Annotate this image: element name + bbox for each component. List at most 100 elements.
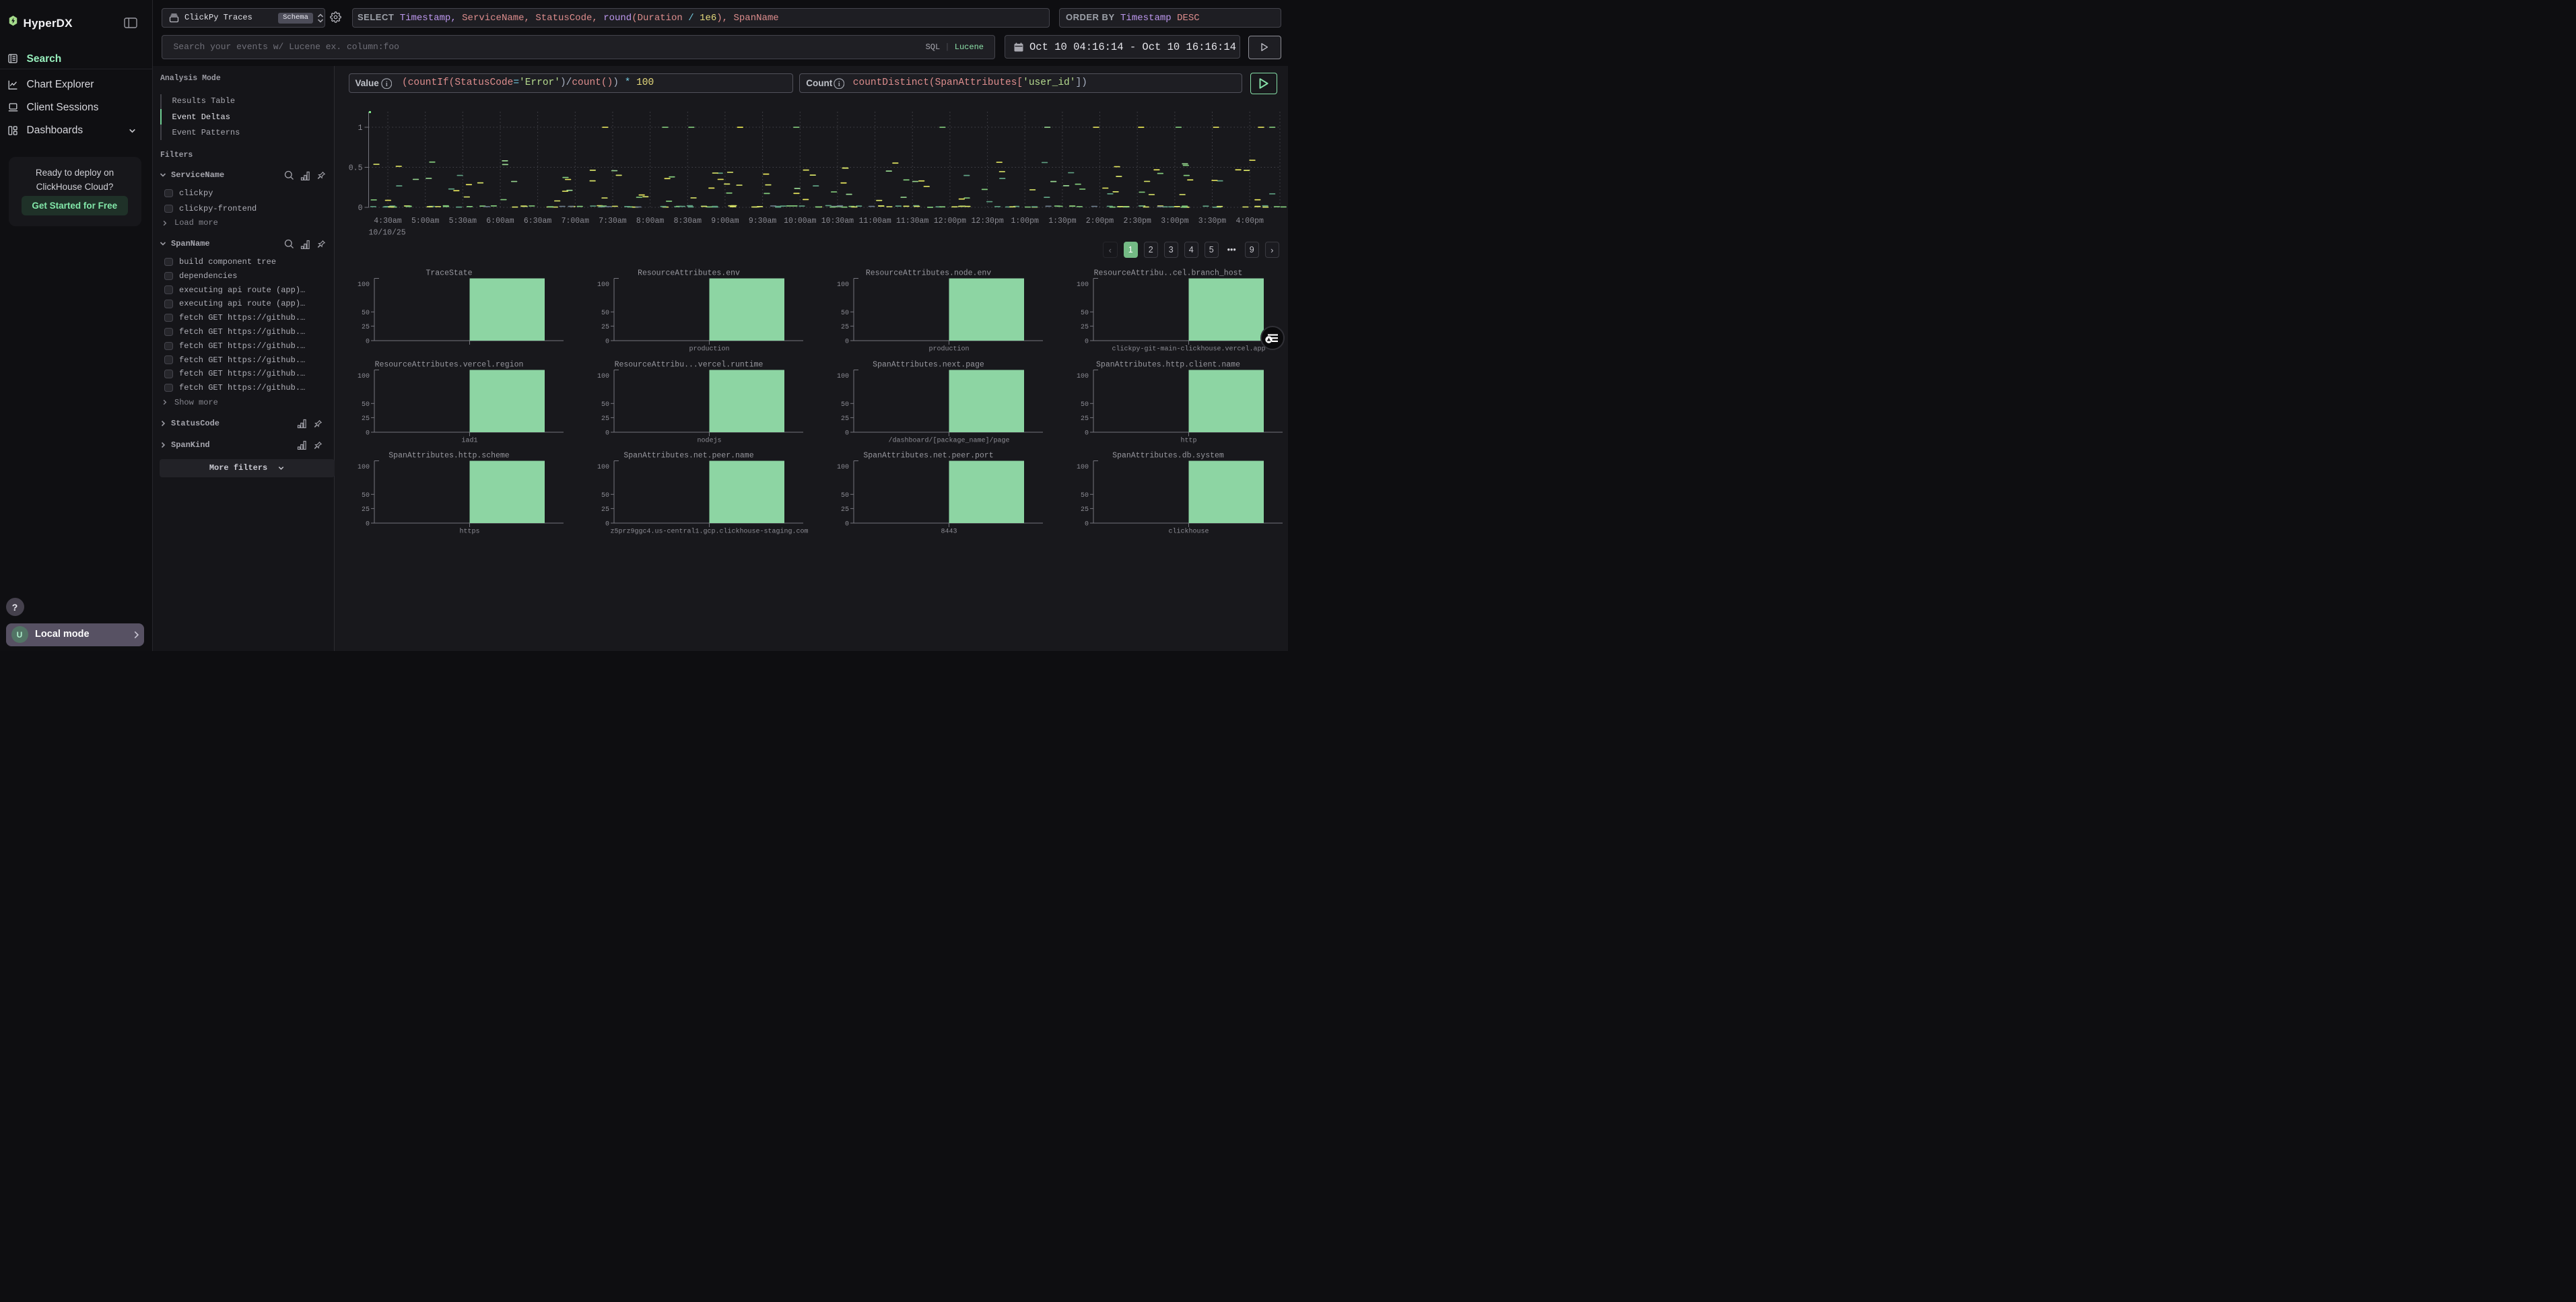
svg-text:9:30am: 9:30am	[748, 217, 776, 226]
svg-text:0: 0	[605, 520, 609, 528]
svg-text:0: 0	[1085, 430, 1089, 438]
svg-text:2:30pm: 2:30pm	[1123, 217, 1151, 226]
svg-text:25: 25	[841, 415, 849, 423]
svg-text:iad1: iad1	[461, 437, 477, 445]
svg-text:ResourceAttribu..cel.branch_ho: ResourceAttribu..cel.branch_host	[1094, 269, 1243, 278]
svg-text:7:30am: 7:30am	[599, 217, 627, 226]
svg-text:10:00am: 10:00am	[784, 217, 816, 226]
svg-text:7:00am: 7:00am	[561, 217, 589, 226]
svg-text:25: 25	[841, 324, 849, 331]
svg-text:SpanAttributes.net.peer.name: SpanAttributes.net.peer.name	[623, 451, 753, 460]
svg-text:0: 0	[1085, 339, 1089, 346]
svg-text:100: 100	[358, 373, 370, 380]
svg-text:/dashboard/[package_name]/page: /dashboard/[package_name]/page	[888, 437, 1009, 445]
svg-text:10/10/25: 10/10/25	[368, 229, 405, 238]
svg-text:5:30am: 5:30am	[448, 217, 477, 226]
svg-text:0: 0	[366, 430, 370, 438]
svg-text:ResourceAttributes.vercel.regi: ResourceAttributes.vercel.region	[375, 361, 524, 370]
svg-text:3:00pm: 3:00pm	[1161, 217, 1189, 226]
svg-text:6:00am: 6:00am	[486, 217, 514, 226]
svg-text:0.5: 0.5	[348, 164, 362, 173]
svg-text:25: 25	[1081, 324, 1089, 331]
svg-text:1:30pm: 1:30pm	[1048, 217, 1077, 226]
svg-text:SpanAttributes.db.system: SpanAttributes.db.system	[1112, 451, 1224, 460]
svg-text:4:30am: 4:30am	[374, 217, 402, 226]
svg-text:3:30pm: 3:30pm	[1198, 217, 1226, 226]
svg-text:25: 25	[601, 324, 609, 331]
svg-text:8:00am: 8:00am	[636, 217, 664, 226]
svg-text:ResourceAttributes.env: ResourceAttributes.env	[638, 269, 740, 278]
svg-text:nodejs: nodejs	[697, 437, 721, 445]
svg-text:production: production	[928, 345, 969, 353]
svg-text:50: 50	[841, 491, 849, 499]
svg-text:50: 50	[362, 401, 370, 409]
svg-text:0: 0	[358, 204, 362, 213]
svg-text:25: 25	[841, 506, 849, 514]
svg-text:100: 100	[1077, 373, 1089, 380]
svg-text:0: 0	[1085, 520, 1089, 528]
svg-text:4:00pm: 4:00pm	[1235, 217, 1264, 226]
svg-text:5:00am: 5:00am	[411, 217, 439, 226]
svg-text:0: 0	[366, 339, 370, 346]
svg-text:1: 1	[358, 124, 362, 133]
svg-text:SpanAttributes.next.page: SpanAttributes.next.page	[873, 361, 984, 370]
svg-text:50: 50	[841, 401, 849, 409]
svg-text:https: https	[459, 527, 479, 535]
svg-text:50: 50	[1081, 401, 1089, 409]
svg-text:11:00am: 11:00am	[858, 217, 891, 226]
svg-text:100: 100	[837, 464, 849, 471]
svg-text:SpanAttributes.net.peer.port: SpanAttributes.net.peer.port	[863, 451, 993, 460]
svg-text:25: 25	[1081, 415, 1089, 423]
svg-text:50: 50	[362, 310, 370, 317]
svg-text:50: 50	[362, 491, 370, 499]
svg-text:100: 100	[1077, 464, 1089, 471]
svg-text:100: 100	[358, 464, 370, 471]
svg-text:2:00pm: 2:00pm	[1085, 217, 1114, 226]
svg-text:SpanAttributes.http.scheme: SpanAttributes.http.scheme	[388, 451, 510, 460]
svg-text:clickhouse: clickhouse	[1168, 527, 1209, 535]
svg-text:clickpy-git-main-clickhouse.ve: clickpy-git-main-clickhouse.vercel.app	[1112, 345, 1265, 353]
svg-text:50: 50	[601, 401, 609, 409]
svg-text:100: 100	[1077, 281, 1089, 289]
svg-text:9:00am: 9:00am	[711, 217, 739, 226]
svg-text:6:30am: 6:30am	[523, 217, 551, 226]
svg-text:ResourceAttribu...vercel.runti: ResourceAttribu...vercel.runtime	[615, 361, 764, 370]
svg-text:25: 25	[601, 506, 609, 514]
svg-text:0: 0	[845, 520, 849, 528]
svg-text:50: 50	[601, 310, 609, 317]
svg-text:ResourceAttributes.node.env: ResourceAttributes.node.env	[866, 269, 991, 278]
svg-text:100: 100	[597, 373, 609, 380]
svg-text:12:00pm: 12:00pm	[933, 217, 965, 226]
svg-text:0: 0	[605, 339, 609, 346]
svg-text:100: 100	[597, 464, 609, 471]
svg-text:25: 25	[362, 324, 370, 331]
svg-text:TraceState: TraceState	[426, 269, 472, 278]
svg-text:100: 100	[358, 281, 370, 289]
svg-text:100: 100	[837, 281, 849, 289]
svg-text:50: 50	[601, 491, 609, 499]
svg-text:http: http	[1180, 437, 1196, 445]
svg-text:0: 0	[605, 430, 609, 438]
svg-text:8:30am: 8:30am	[673, 217, 702, 226]
svg-text:25: 25	[362, 415, 370, 423]
svg-text:0: 0	[845, 430, 849, 438]
svg-text:100: 100	[597, 281, 609, 289]
svg-text:50: 50	[841, 310, 849, 317]
svg-text:8443: 8443	[941, 528, 957, 535]
svg-text:25: 25	[362, 506, 370, 514]
svg-text:12:30pm: 12:30pm	[971, 217, 1003, 226]
svg-text:50: 50	[1081, 491, 1089, 499]
svg-text:11:30am: 11:30am	[896, 217, 928, 226]
svg-text:0: 0	[366, 520, 370, 528]
svg-text:z5prz9ggc4.us-central1.gcp.cli: z5prz9ggc4.us-central1.gcp.clickhouse-st…	[610, 527, 808, 535]
svg-text:25: 25	[1081, 506, 1089, 514]
svg-text:i: i	[385, 80, 387, 88]
svg-text:10:30am: 10:30am	[821, 217, 853, 226]
svg-text:100: 100	[837, 373, 849, 380]
svg-text:SpanAttributes.http.client.nam: SpanAttributes.http.client.name	[1096, 361, 1240, 370]
svg-text:i: i	[838, 80, 840, 88]
svg-text:production: production	[689, 345, 729, 353]
svg-text:1:00pm: 1:00pm	[1011, 217, 1039, 226]
svg-text:0: 0	[845, 339, 849, 346]
svg-text:50: 50	[1081, 310, 1089, 317]
